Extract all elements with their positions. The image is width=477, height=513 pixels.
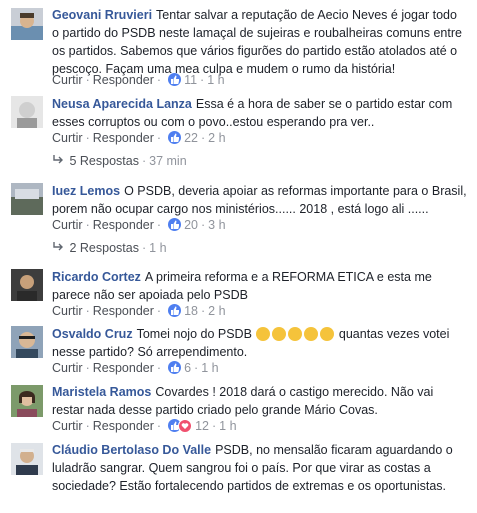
comment-actions: Curtir · Responder · 22 · 2 h: [52, 131, 226, 145]
reply-link[interactable]: Responder: [93, 304, 154, 318]
comment-body: Tomei nojo do PSDB: [136, 327, 252, 341]
like-reaction-icon[interactable]: [168, 361, 182, 374]
avatar[interactable]: [11, 183, 43, 215]
comment-text: Ricardo Cortez A primeira reforma e a REF…: [52, 268, 467, 304]
timestamp[interactable]: 3 h: [208, 218, 225, 232]
comment-author[interactable]: Cláudio Bertolaso Do Valle: [52, 443, 211, 457]
like-link[interactable]: Curtir: [52, 304, 83, 318]
replies-time: 37 min: [149, 154, 187, 168]
timestamp[interactable]: 2 h: [208, 304, 225, 318]
comment-text: Geovani Rruvieri Tentar salvar a reputaçã…: [52, 6, 467, 78]
avatar[interactable]: [11, 8, 43, 40]
like-link[interactable]: Curtir: [52, 419, 83, 433]
timestamp[interactable]: 1 h: [219, 419, 236, 433]
reply-link[interactable]: Responder: [93, 218, 154, 232]
replies-time: 1 h: [149, 241, 167, 255]
comment-actions: Curtir · Responder · 20 · 3 h: [52, 218, 226, 232]
like-reaction-icon[interactable]: [168, 73, 182, 86]
comment-author[interactable]: Osvaldo Cruz: [52, 327, 133, 341]
reply-link[interactable]: Responder: [93, 131, 154, 145]
comment-author[interactable]: Iuez Lemos: [52, 184, 120, 198]
reaction-count[interactable]: 22: [184, 131, 198, 145]
comment-actions: Curtir · Responder · 6 · 1 h: [52, 361, 219, 375]
reaction-count[interactable]: 6: [184, 361, 191, 375]
avatar[interactable]: [11, 326, 43, 358]
reaction-count[interactable]: 12: [195, 419, 209, 433]
comment-actions: Curtir · Responder · 18 · 2 h: [52, 304, 226, 318]
comment-text: Neusa Aparecida Lanza Essa é a hora de sa…: [52, 95, 467, 131]
like-reaction-icon[interactable]: [168, 304, 182, 317]
avatar[interactable]: [11, 443, 43, 475]
like-link[interactable]: Curtir: [52, 361, 83, 375]
replies-count[interactable]: 5 Respostas: [69, 154, 138, 168]
reply-link[interactable]: Responder: [93, 73, 154, 87]
reaction-count[interactable]: 20: [184, 218, 198, 232]
comment-text: Cláudio Bertolaso Do Valle PSDB, no mensa…: [52, 441, 467, 495]
reply-arrow-icon: [52, 153, 66, 169]
like-link[interactable]: Curtir: [52, 131, 83, 145]
timestamp[interactable]: 1 h: [207, 73, 224, 87]
like-reaction-icon[interactable]: [168, 218, 182, 231]
like-reaction-icon[interactable]: [168, 131, 182, 144]
timestamp[interactable]: 2 h: [208, 131, 225, 145]
comment-author[interactable]: Neusa Aparecida Lanza: [52, 97, 192, 111]
comment-text: Osvaldo Cruz Tomei nojo do PSDB quantas v…: [52, 325, 467, 361]
reply-arrow-icon: [52, 240, 66, 256]
comment-author[interactable]: Maristela Ramos: [52, 385, 151, 399]
comment-text: Maristela Ramos Covardes ! 2018 dará o ca…: [52, 383, 467, 419]
avatar[interactable]: [11, 385, 43, 417]
comment-author[interactable]: Geovani Rruvieri: [52, 8, 152, 22]
like-link[interactable]: Curtir: [52, 73, 83, 87]
avatar[interactable]: [11, 269, 43, 301]
comment-actions: Curtir · Responder · 12 · 1 h: [52, 419, 237, 433]
reply-link[interactable]: Responder: [93, 419, 154, 433]
view-replies-link[interactable]: 2 Respostas · 1 h: [52, 240, 167, 256]
avatar[interactable]: [11, 96, 43, 128]
thumbs-down-emoji-icon: [255, 327, 335, 341]
reply-link[interactable]: Responder: [93, 361, 154, 375]
like-link[interactable]: Curtir: [52, 218, 83, 232]
comment-author[interactable]: Ricardo Cortez: [52, 270, 141, 284]
replies-count[interactable]: 2 Respostas: [69, 241, 138, 255]
love-reaction-icon[interactable]: [178, 419, 193, 433]
reaction-count[interactable]: 11: [184, 73, 197, 87]
comment-actions: Curtir · Responder · 11 · 1 h: [52, 73, 225, 87]
comment-text: Iuez Lemos O PSDB, deveria apoiar as refo…: [52, 182, 467, 218]
view-replies-link[interactable]: 5 Respostas · 37 min: [52, 153, 187, 169]
timestamp[interactable]: 1 h: [201, 361, 218, 375]
reaction-count[interactable]: 18: [184, 304, 198, 318]
